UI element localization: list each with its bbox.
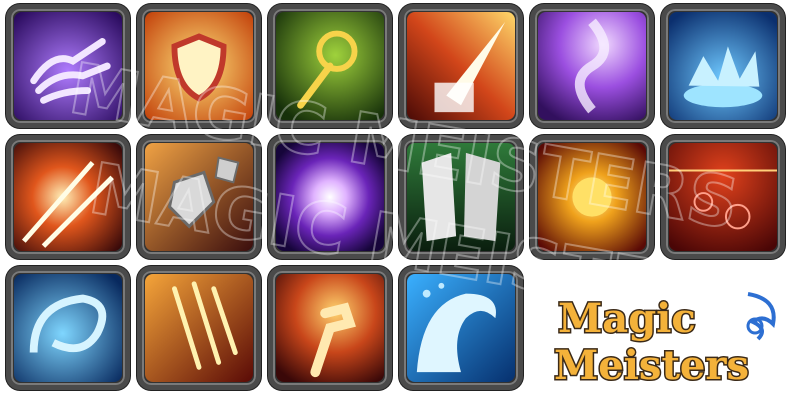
skeletal-hand-icon[interactable] xyxy=(6,4,130,128)
stone-shards-icon[interactable] xyxy=(137,135,261,259)
sun-staff-icon[interactable] xyxy=(268,4,392,128)
fire-fist-icon[interactable] xyxy=(268,266,392,390)
game-logo: Magic Meisters xyxy=(553,292,776,391)
purple-smoke-icon[interactable] xyxy=(530,4,654,128)
water-splash-icon[interactable] xyxy=(661,4,785,128)
void-orb-icon[interactable] xyxy=(268,135,392,259)
logo-line2: Meisters xyxy=(554,342,749,389)
flame-claws-icon[interactable] xyxy=(137,266,261,390)
tidal-wave-icon[interactable] xyxy=(399,266,523,390)
water-vortex-icon[interactable] xyxy=(6,266,130,390)
fire-burst-icon[interactable] xyxy=(530,135,654,259)
blood-bubbles-icon[interactable] xyxy=(661,135,785,259)
logo-line1: Magic xyxy=(558,295,696,342)
stone-walls-icon[interactable] xyxy=(399,135,523,259)
golden-shield-icon[interactable] xyxy=(137,4,261,128)
light-slash-icon[interactable] xyxy=(6,135,130,259)
light-beam-icon[interactable] xyxy=(399,4,523,128)
